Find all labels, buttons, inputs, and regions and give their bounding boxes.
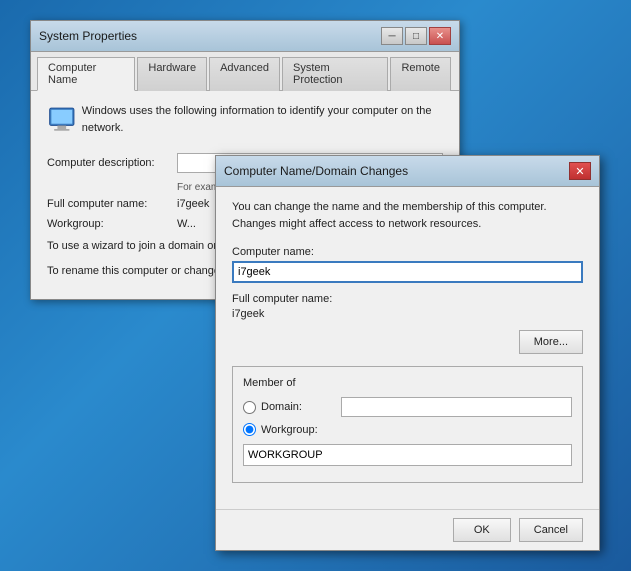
ok-button[interactable]: OK [453,518,511,542]
computer-name-label: Computer name: [232,246,583,258]
minimize-icon: ─ [388,31,395,42]
domain-label: Domain: [261,401,341,413]
workgroup-label: Workgroup: [47,218,177,230]
tab-system-protection[interactable]: System Protection [282,57,388,91]
member-of-group: Member of Domain: Workgroup: [232,366,583,483]
dialog-content: You can change the name and the membersh… [216,187,599,509]
close-button[interactable]: ✕ [429,27,451,45]
full-name-value: i7geek [177,198,209,210]
domain-radio-row: Domain: [243,397,572,417]
maximize-icon: □ [413,31,419,42]
full-computer-name-value: i7geek [232,308,583,320]
dialog-close-button[interactable]: ✕ [569,162,591,180]
dialog-close-icon: ✕ [575,165,584,178]
workgroup-radio-row: Workgroup: [243,423,572,466]
full-name-label: Full computer name: [47,198,177,210]
close-icon: ✕ [436,31,444,42]
system-props-titlebar: System Properties ─ □ ✕ [31,21,459,52]
dialog-titlebar: Computer Name/Domain Changes ✕ [216,156,599,187]
computer-name-input[interactable] [232,261,583,283]
maximize-button[interactable]: □ [405,27,427,45]
info-row: Windows uses the following information t… [47,103,443,141]
workgroup-input[interactable] [243,444,572,466]
tab-remote[interactable]: Remote [390,57,451,91]
minimize-button[interactable]: ─ [381,27,403,45]
dialog-footer: OK Cancel [216,509,599,550]
tab-hardware[interactable]: Hardware [137,57,207,91]
tab-computer-name[interactable]: Computer Name [37,57,135,91]
full-computer-name-label: Full computer name: [232,293,583,305]
system-props-titlebar-buttons: ─ □ ✕ [381,27,451,45]
description-label: Computer description: [47,157,177,169]
dialog-title: Computer Name/Domain Changes [224,164,408,178]
tab-advanced[interactable]: Advanced [209,57,280,91]
domain-changes-dialog: Computer Name/Domain Changes ✕ You can c… [215,155,600,551]
workgroup-value: W... [177,218,196,230]
more-button[interactable]: More... [519,330,583,354]
computer-icon [47,103,82,141]
member-of-title: Member of [243,377,572,389]
domain-input[interactable] [341,397,572,417]
tab-bar: Computer Name Hardware Advanced System P… [31,52,459,91]
system-props-title: System Properties [39,29,137,43]
cancel-button[interactable]: Cancel [519,518,583,542]
domain-radio[interactable] [243,401,256,414]
more-btn-row: More... [232,330,583,354]
dialog-description: You can change the name and the membersh… [232,199,583,232]
workgroup-radio[interactable] [243,423,256,436]
info-text: Windows uses the following information t… [82,103,443,136]
workgroup-radio-label: Workgroup: [261,424,341,436]
